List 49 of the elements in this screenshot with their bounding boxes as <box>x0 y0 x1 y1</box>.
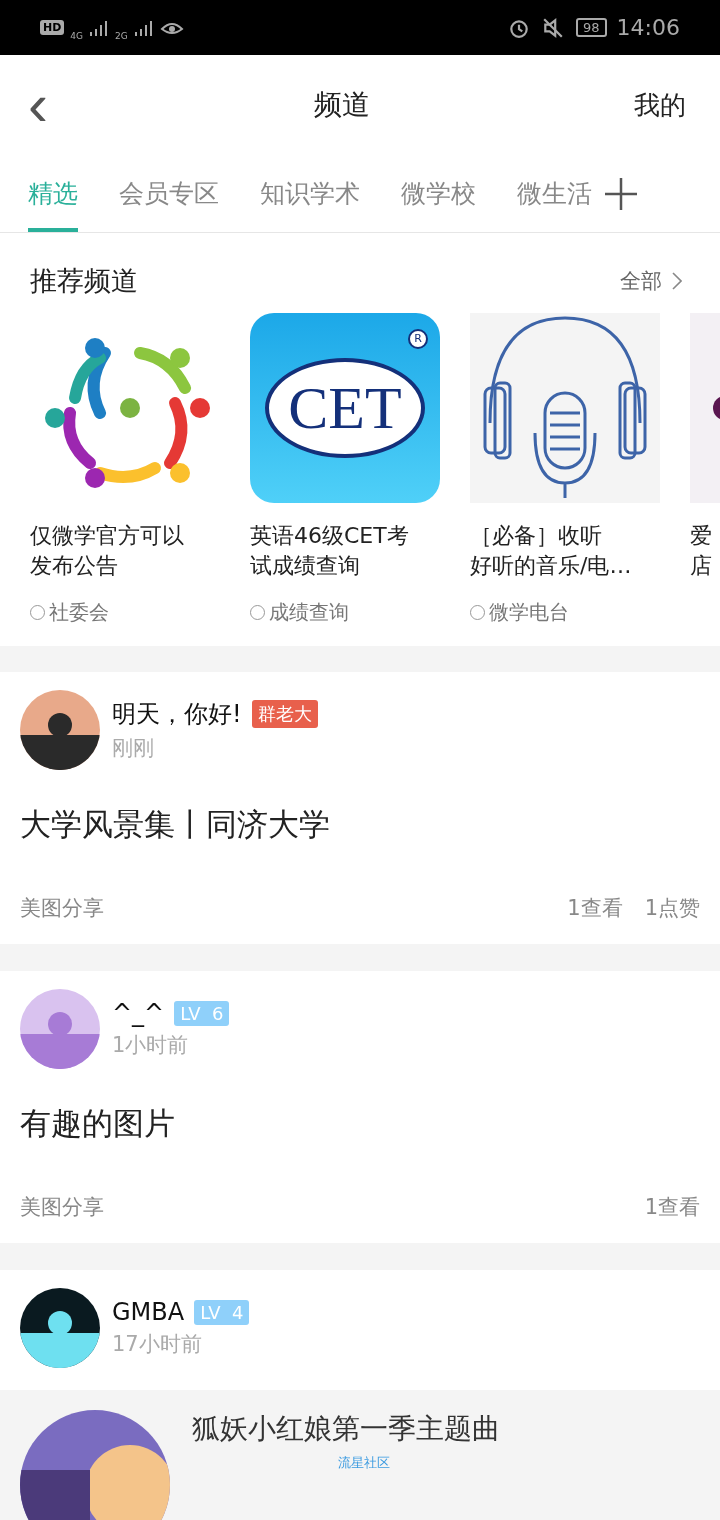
post-title[interactable]: 有趣的图片 <box>20 1103 700 1145</box>
registered-mark: R <box>408 329 428 349</box>
channel-title[interactable]: 仅微学官方可以 发布公告 <box>30 521 220 581</box>
author-name[interactable]: GMBA <box>112 1298 185 1326</box>
signal-icon <box>133 19 154 36</box>
channel-title[interactable]: 爱 店 <box>690 521 720 581</box>
channel-tab[interactable]: 微生活 <box>497 159 613 232</box>
user-badge: LV 4 <box>194 1299 250 1325</box>
all-link[interactable]: 全部 <box>614 266 688 296</box>
post-stat: 1查看 <box>644 1194 700 1221</box>
post-title[interactable]: 大学风景集丨同济大学 <box>20 804 700 846</box>
channel-tab[interactable]: 知识学术 <box>240 159 381 232</box>
author-name[interactable]: 明天，你好! <box>112 698 242 730</box>
author-name[interactable]: ^_^ <box>112 999 165 1027</box>
cet-logo[interactable]: CET R <box>250 313 440 503</box>
back-button[interactable]: ‹ <box>20 75 56 135</box>
post-time: 1小时前 <box>112 1032 189 1059</box>
page-title: 频道 <box>314 87 370 123</box>
post-stat: 1查看 <box>567 895 623 922</box>
channel-title[interactable]: 英语46级CET考 试成绩查询 <box>250 521 440 581</box>
shared-music-card[interactable]: 狐妖小红娘第一季主题曲 流星社区 <box>0 1390 720 1520</box>
battery-indicator: 98 <box>576 18 607 37</box>
section-title: 推荐频道 <box>30 264 138 298</box>
headphones-microphone-drawing[interactable] <box>470 313 660 503</box>
logo-text: CET <box>265 358 425 458</box>
mine-button[interactable]: 我的 <box>628 86 692 124</box>
user-badge: 群老大 <box>251 700 318 728</box>
channel-tag: 社委会 <box>49 599 109 626</box>
channel-title[interactable]: ［必备］收听 好听的音乐/电… <box>470 521 660 581</box>
channel-tag: 微学电台 <box>489 599 569 626</box>
channel-tab[interactable]: 会员专区 <box>99 159 240 232</box>
user-badge: LV 6 <box>174 1000 230 1026</box>
network-label: 2G <box>115 30 128 41</box>
post-stat: 1点赞 <box>644 895 700 922</box>
post-time: 17小时前 <box>112 1331 202 1358</box>
post-category[interactable]: 美图分享 <box>20 894 104 922</box>
chevron-icon <box>672 272 682 290</box>
music-source: 流星社区 <box>338 1454 390 1472</box>
hd-indicator: HD <box>40 20 65 35</box>
music-title: 狐妖小红娘第一季主题曲 <box>192 1411 500 1447</box>
post-category[interactable]: 美图分享 <box>20 1193 104 1221</box>
signal-icon <box>89 19 110 36</box>
channel-tab[interactable]: 微学校 <box>381 159 497 232</box>
post-time: 刚刚 <box>112 735 154 762</box>
add-icon[interactable] <box>603 175 639 212</box>
clock-time: 14:06 <box>616 15 680 40</box>
network-label: 4G <box>70 30 84 41</box>
mute-icon <box>542 16 565 39</box>
channel-tag: 成绩查询 <box>269 599 349 626</box>
